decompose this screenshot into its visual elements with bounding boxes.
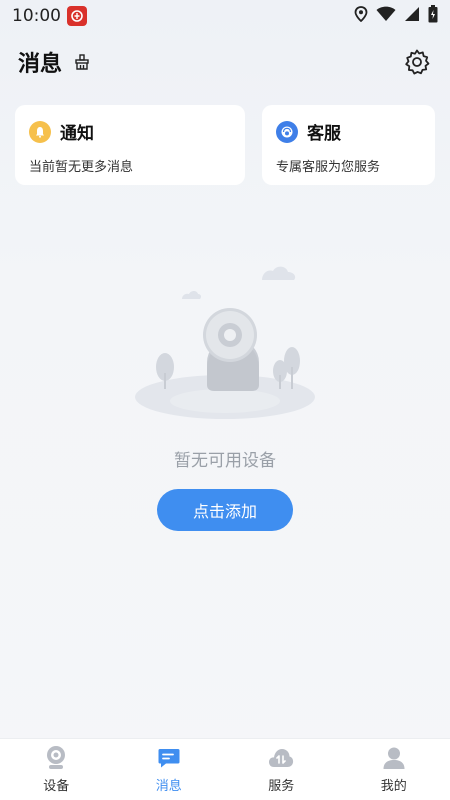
header: 消息	[0, 40, 450, 84]
nav-label: 服务	[268, 779, 295, 794]
nav-item-service[interactable]: 服务	[225, 739, 338, 800]
bell-icon	[29, 120, 51, 143]
nav-label: 设备	[43, 779, 70, 794]
wifi-icon	[376, 6, 396, 26]
battery-icon	[428, 5, 438, 27]
status-time: 10:00	[12, 6, 61, 26]
message-icon	[156, 745, 182, 771]
service-icon	[276, 120, 298, 143]
nav-item-messages[interactable]: 消息	[113, 739, 226, 800]
nav-label: 消息	[155, 779, 182, 794]
notice-card[interactable]: 通知 当前暂无更多消息	[15, 105, 245, 185]
nav-label: 我的	[380, 779, 407, 794]
nav-item-profile[interactable]: 我的	[338, 739, 450, 800]
settings-icon[interactable]	[402, 47, 432, 77]
clean-icon[interactable]	[72, 52, 92, 72]
cloud-service-icon	[268, 745, 294, 771]
signal-icon	[404, 6, 420, 26]
status-bar: 10:00	[0, 0, 450, 32]
service-card[interactable]: 客服 专属客服为您服务	[262, 105, 435, 185]
empty-state-text: 暂无可用设备	[174, 451, 276, 471]
location-icon	[354, 6, 368, 26]
camera-illustration	[203, 308, 259, 391]
page-title: 消息	[18, 52, 63, 77]
empty-illustration	[120, 255, 330, 435]
service-card-desc: 专属客服为您服务	[276, 160, 381, 175]
cloud-icon	[182, 266, 296, 299]
app-notification-icon	[67, 6, 87, 26]
notice-card-desc: 当前暂无更多消息	[29, 160, 134, 175]
camera-icon	[43, 745, 69, 771]
nav-item-devices[interactable]: 设备	[0, 739, 113, 800]
bottom-nav: 设备 消息 服务 我的	[0, 738, 450, 800]
add-device-button[interactable]: 点击添加	[157, 489, 293, 531]
service-card-title: 客服	[307, 124, 341, 144]
status-icons	[354, 5, 438, 27]
profile-icon	[381, 745, 407, 771]
notice-card-title: 通知	[60, 124, 94, 144]
